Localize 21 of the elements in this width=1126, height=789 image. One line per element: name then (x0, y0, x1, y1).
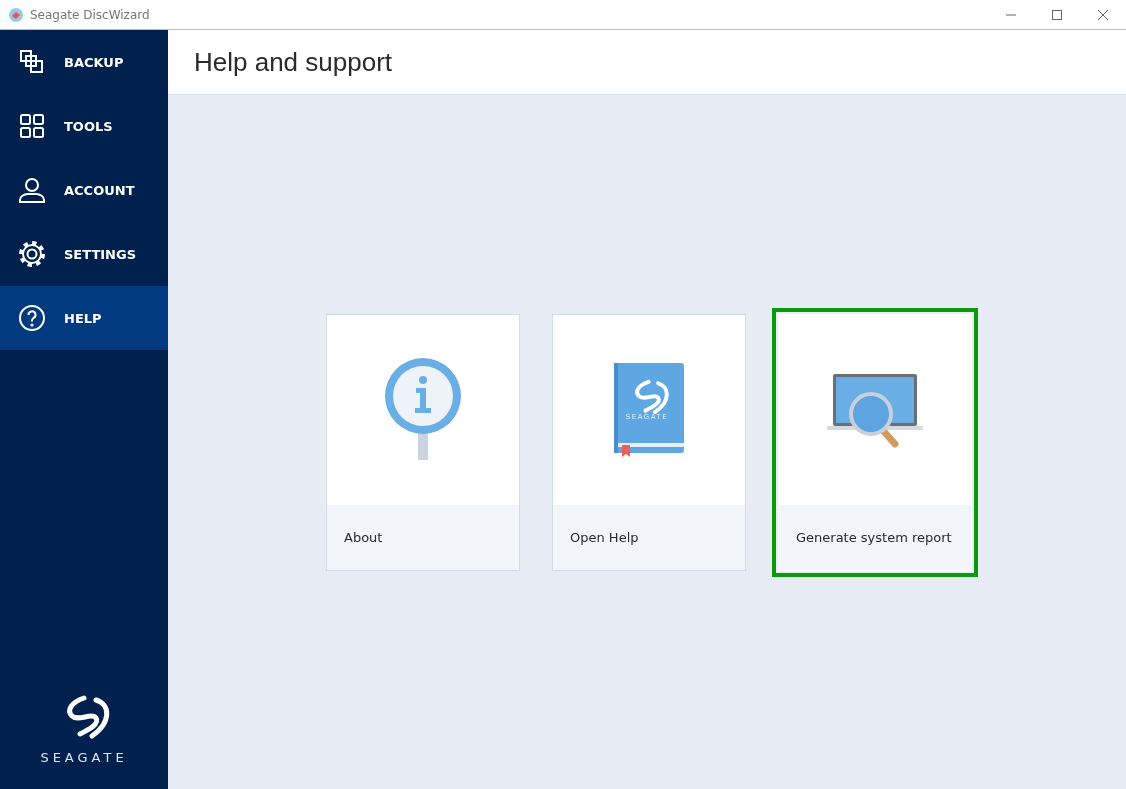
card-label: Open Help (553, 504, 745, 570)
close-icon (1097, 8, 1109, 21)
page-title: Help and support (194, 46, 393, 78)
settings-icon (18, 240, 46, 268)
help-icon (18, 304, 46, 332)
maximize-icon (1051, 8, 1063, 21)
option-card[interactable]: About (326, 313, 520, 571)
sidebar-item[interactable]: SETTINGS (0, 222, 168, 286)
window-title: Seagate DiscWizard (30, 7, 151, 22)
grid-icon (18, 112, 46, 140)
user-icon (18, 176, 46, 204)
logo-text: SEAGATE (40, 750, 128, 765)
app-icon (8, 6, 24, 23)
info-sign-icon (383, 357, 463, 462)
card-label: Generate system report (779, 504, 971, 570)
card-label: About (327, 504, 519, 570)
sidebar-item[interactable]: TOOLS (0, 94, 168, 158)
sidebar-item[interactable]: ACCOUNT (0, 158, 168, 222)
sidebar-item[interactable]: BACKUP (0, 30, 168, 94)
sidebar-item[interactable]: HELP (0, 286, 168, 350)
copy-icon (18, 48, 46, 76)
